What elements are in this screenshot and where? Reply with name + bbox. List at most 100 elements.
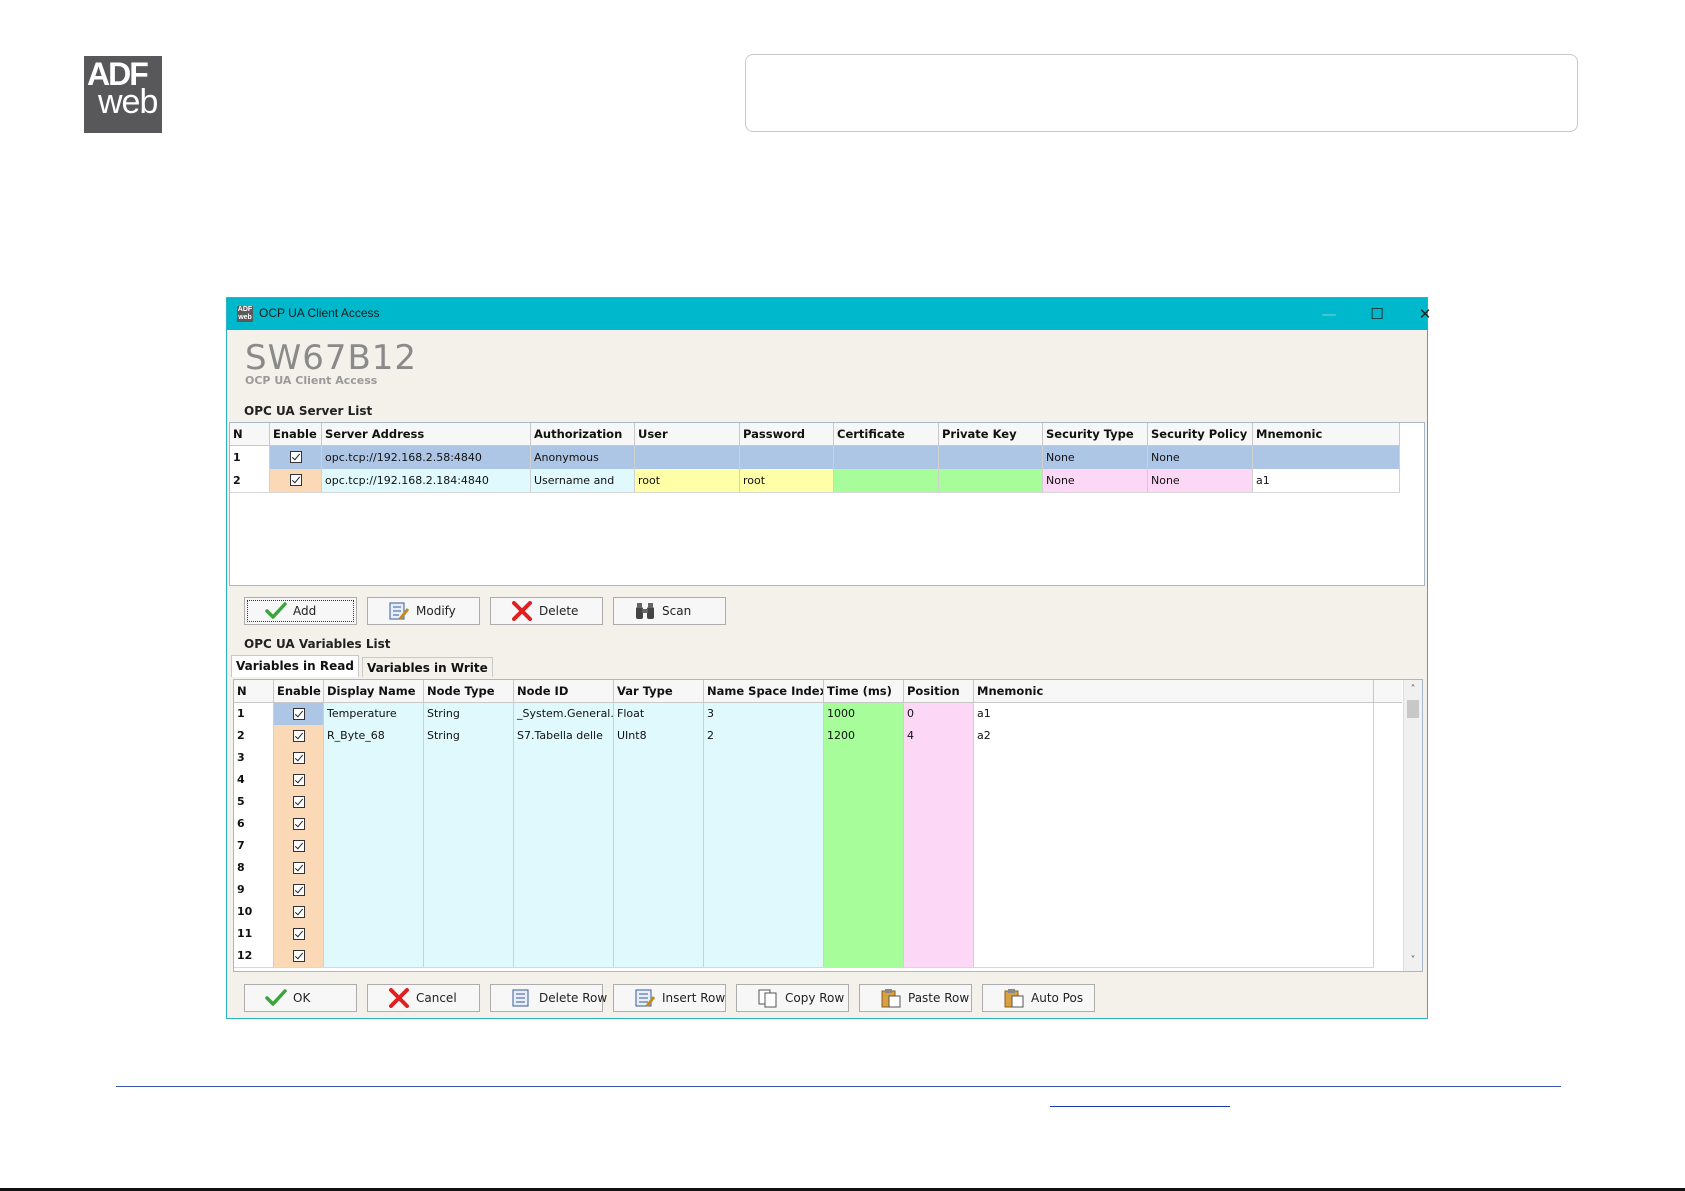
server-cell-enable[interactable] — [270, 469, 322, 492]
variable-cell-position[interactable] — [904, 747, 974, 769]
server-cell-security-policy[interactable]: None — [1148, 446, 1253, 469]
variable-row-6[interactable]: 6 — [234, 813, 1374, 836]
variable-cell-position[interactable]: 0 — [904, 703, 974, 725]
variable-cell-enable[interactable] — [274, 813, 324, 835]
variable-cell-time-ms[interactable] — [824, 945, 904, 967]
scan-button[interactable]: Scan — [613, 597, 726, 625]
variable-cell-display-name[interactable] — [324, 879, 424, 901]
minimize-button[interactable]: — — [1309, 302, 1349, 326]
variable-cell-position[interactable] — [904, 791, 974, 813]
variable-cell-mnemonic[interactable] — [974, 857, 1374, 879]
variable-cell-var-type[interactable] — [614, 791, 704, 813]
variable-cell-display-name[interactable] — [324, 835, 424, 857]
variable-cell-enable[interactable] — [274, 725, 324, 747]
variable-cell-display-name[interactable] — [324, 813, 424, 835]
variable-cell-display-name[interactable] — [324, 857, 424, 879]
enable-checkbox[interactable] — [293, 774, 305, 786]
variable-cell-display-name[interactable] — [324, 747, 424, 769]
variable-cell-var-type[interactable] — [614, 857, 704, 879]
variable-cell-node-type[interactable] — [424, 923, 514, 945]
paste-row-button[interactable]: Paste Row — [859, 984, 972, 1012]
variable-cell-var-type[interactable] — [614, 901, 704, 923]
variable-cell-name-space-index[interactable] — [704, 791, 824, 813]
variable-cell-node-type[interactable] — [424, 835, 514, 857]
variable-cell-display-name[interactable] — [324, 901, 424, 923]
variable-cell-time-ms[interactable] — [824, 923, 904, 945]
variable-cell-node-type[interactable] — [424, 945, 514, 967]
variable-cell-node-id[interactable] — [514, 769, 614, 791]
cancel-button[interactable]: Cancel — [367, 984, 480, 1012]
variable-cell-mnemonic[interactable] — [974, 835, 1374, 857]
variable-cell-display-name[interactable]: R_Byte_68 — [324, 725, 424, 747]
delete-row-button[interactable]: Delete Row — [490, 984, 607, 1012]
server-cell-security-type[interactable]: None — [1043, 469, 1148, 492]
enable-checkbox[interactable] — [293, 928, 305, 940]
variable-row-2[interactable]: 2 R_Byte_68 String S7.Tabella delle UInt8 2 12… — [234, 725, 1374, 748]
enable-checkbox[interactable] — [293, 752, 305, 764]
variable-cell-name-space-index[interactable] — [704, 835, 824, 857]
variable-cell-name-space-index[interactable] — [704, 923, 824, 945]
variable-cell-mnemonic[interactable] — [974, 879, 1374, 901]
variable-cell-node-id[interactable] — [514, 835, 614, 857]
variable-cell-mnemonic[interactable] — [974, 769, 1374, 791]
variable-cell-display-name[interactable] — [324, 791, 424, 813]
server-cell-certificate[interactable] — [834, 446, 939, 469]
scroll-up-arrow-icon[interactable]: ˄ — [1404, 682, 1422, 698]
tab-variables-in-write[interactable]: Variables in Write — [362, 657, 493, 677]
variable-cell-node-type[interactable] — [424, 791, 514, 813]
variable-cell-position[interactable] — [904, 923, 974, 945]
variable-cell-node-id[interactable] — [514, 857, 614, 879]
variable-cell-name-space-index[interactable] — [704, 813, 824, 835]
variable-cell-node-type[interactable] — [424, 879, 514, 901]
variable-cell-position[interactable] — [904, 901, 974, 923]
server-cell-server-address[interactable]: opc.tcp://192.168.2.58:4840 — [322, 446, 531, 469]
server-cell-enable[interactable] — [270, 446, 322, 469]
variable-cell-mnemonic[interactable]: a1 — [974, 703, 1374, 725]
variable-cell-name-space-index[interactable]: 2 — [704, 725, 824, 747]
server-cell-user[interactable] — [635, 446, 740, 469]
variable-cell-display-name[interactable] — [324, 923, 424, 945]
enable-checkbox[interactable] — [293, 906, 305, 918]
variable-cell-node-type[interactable] — [424, 747, 514, 769]
variable-cell-time-ms[interactable]: 1000 — [824, 703, 904, 725]
enable-checkbox[interactable] — [293, 840, 305, 852]
variable-cell-time-ms[interactable] — [824, 769, 904, 791]
variable-cell-mnemonic[interactable] — [974, 813, 1374, 835]
variable-cell-position[interactable] — [904, 945, 974, 967]
variable-cell-time-ms[interactable] — [824, 791, 904, 813]
variable-cell-var-type[interactable] — [614, 879, 704, 901]
server-cell-private-key[interactable] — [939, 469, 1043, 492]
variable-cell-time-ms[interactable] — [824, 857, 904, 879]
variable-cell-enable[interactable] — [274, 901, 324, 923]
server-cell-private-key[interactable] — [939, 446, 1043, 469]
variable-cell-time-ms[interactable] — [824, 813, 904, 835]
variable-cell-position[interactable]: 4 — [904, 725, 974, 747]
variable-cell-display-name[interactable] — [324, 769, 424, 791]
ok-button[interactable]: OK — [244, 984, 357, 1012]
variable-cell-enable[interactable] — [274, 703, 324, 725]
vertical-scrollbar[interactable]: ˄ ˅ — [1403, 680, 1422, 971]
variable-cell-node-type[interactable]: String — [424, 703, 514, 725]
variable-cell-name-space-index[interactable] — [704, 769, 824, 791]
variable-cell-var-type[interactable] — [614, 945, 704, 967]
variable-cell-mnemonic[interactable] — [974, 901, 1374, 923]
variable-cell-node-type[interactable] — [424, 769, 514, 791]
insert-row-button[interactable]: Insert Row — [613, 984, 726, 1012]
variable-cell-var-type[interactable]: Float — [614, 703, 704, 725]
variable-cell-time-ms[interactable] — [824, 901, 904, 923]
variable-cell-var-type[interactable] — [614, 835, 704, 857]
enable-checkbox[interactable] — [293, 730, 305, 742]
server-cell-authorization[interactable]: Anonymous — [531, 446, 635, 469]
variable-cell-var-type[interactable] — [614, 923, 704, 945]
variable-row-12[interactable]: 12 — [234, 945, 1374, 968]
variable-cell-name-space-index[interactable] — [704, 945, 824, 967]
variable-cell-mnemonic[interactable]: a2 — [974, 725, 1374, 747]
variable-cell-enable[interactable] — [274, 879, 324, 901]
variable-row-7[interactable]: 7 — [234, 835, 1374, 858]
variable-cell-name-space-index[interactable] — [704, 857, 824, 879]
variable-row-5[interactable]: 5 — [234, 791, 1374, 814]
variable-cell-node-type[interactable] — [424, 857, 514, 879]
server-cell-mnemonic[interactable]: a1 — [1253, 469, 1400, 492]
variable-cell-node-type[interactable] — [424, 901, 514, 923]
variable-cell-mnemonic[interactable] — [974, 945, 1374, 967]
